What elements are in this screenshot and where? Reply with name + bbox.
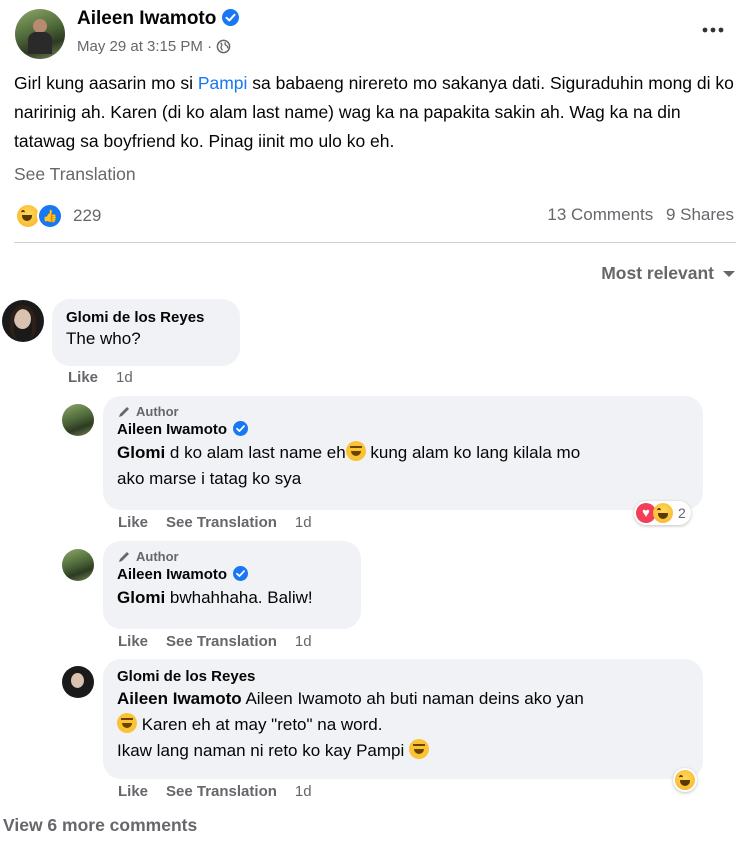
reply-text: Aileen Iwamoto Aileen Iwamoto ah buti na…	[117, 686, 689, 764]
more-horizontal-icon	[702, 27, 724, 33]
mention-link[interactable]: Aileen Iwamoto	[117, 689, 242, 708]
author-badge-label: Author	[136, 549, 179, 564]
comment-sort-dropdown[interactable]: Most relevant	[601, 263, 736, 284]
comment-author[interactable]: Glomi de los Reyes	[66, 309, 226, 326]
reply-actions: Like See Translation 1d	[118, 514, 312, 531]
reply-text: Glomi bwhahhaha. Baliw!	[117, 585, 347, 611]
post-timestamp[interactable]: May 29 at 3:15 PM ·	[77, 38, 216, 55]
comments-count-link[interactable]: 13 Comments	[547, 205, 653, 224]
see-translation-action[interactable]: See Translation	[166, 633, 277, 650]
reply-reaction-count: 2	[678, 505, 686, 521]
reply-actions: Like See Translation 1d	[118, 633, 312, 650]
rofl-emoji-icon	[345, 441, 366, 461]
comment-text: The who?	[66, 329, 141, 348]
rofl-emoji-icon	[408, 739, 429, 759]
shares-count-link[interactable]: 9 Shares	[666, 205, 734, 224]
reply-text-part: Karen eh at may "reto" na word.	[137, 715, 383, 734]
verified-badge-icon	[222, 9, 240, 26]
mention-link[interactable]: Glomi	[117, 443, 165, 462]
reply-reactions[interactable]	[673, 768, 697, 792]
post-reactions-summary[interactable]: 👍 229	[15, 203, 101, 229]
reply-avatar[interactable]	[62, 404, 94, 436]
haha-reaction-icon	[675, 770, 695, 790]
reply-time[interactable]: 1d	[295, 783, 312, 800]
comment-bubble: Glomi de los Reyes The who?	[52, 299, 240, 366]
like-action[interactable]: Like	[118, 633, 148, 650]
like-reaction-icon: 👍	[37, 203, 63, 229]
reply-text-part: bwhahhaha. Baliw!	[165, 588, 313, 607]
reply-bubble: Author Aileen Iwamoto Glomi d ko alam la…	[103, 396, 703, 510]
reply-time[interactable]: 1d	[295, 633, 312, 650]
reply-avatar[interactable]	[62, 549, 94, 581]
globe-icon	[216, 39, 231, 58]
verified-badge-icon	[233, 421, 249, 436]
more-options-button[interactable]	[700, 20, 726, 40]
reply-author[interactable]: Glomi de los Reyes	[117, 668, 689, 685]
mention-link[interactable]: Glomi	[117, 588, 165, 607]
like-action[interactable]: Like	[68, 369, 98, 386]
post-text-start: Girl kung aasarin mo si	[14, 73, 198, 93]
grin-emoji-icon	[117, 713, 137, 733]
author-badge-label: Author	[136, 404, 179, 419]
comment-actions: Like 1d	[68, 369, 133, 386]
see-translation-action[interactable]: See Translation	[166, 783, 277, 800]
reply-time[interactable]: 1d	[295, 514, 312, 531]
verified-badge-icon	[233, 566, 249, 581]
mention-link[interactable]: Pampi	[198, 73, 248, 93]
commenter-avatar[interactable]	[2, 300, 44, 342]
reply-bubble: Author Aileen Iwamoto Glomi bwhahhaha. B…	[103, 541, 361, 629]
reply-bubble: Glomi de los Reyes Aileen Iwamoto Aileen…	[103, 659, 703, 779]
reply-text-part: Ikaw lang naman ni reto ko kay Pampi	[117, 741, 409, 760]
pencil-icon	[119, 551, 129, 562]
pencil-icon	[119, 406, 129, 417]
post-body: Girl kung aasarin mo si Pampi sa babaeng…	[14, 69, 739, 156]
reply-text-part: Aileen Iwamoto ah buti naman deins ako y…	[241, 689, 584, 708]
author-badge: Author	[117, 404, 689, 419]
reply-author[interactable]: Aileen Iwamoto	[117, 421, 227, 438]
post-divider	[14, 242, 736, 243]
reaction-count: 229	[73, 206, 102, 225]
see-translation-action[interactable]: See Translation	[166, 514, 277, 531]
comment-time[interactable]: 1d	[116, 369, 133, 386]
reply-text-part: kung alam ko lang kilala mo	[365, 443, 581, 462]
author-badge: Author	[117, 549, 347, 564]
post-see-translation-link[interactable]: See Translation	[14, 164, 136, 185]
like-action[interactable]: Like	[118, 783, 148, 800]
reply-reactions[interactable]: ♥ 2	[634, 501, 691, 525]
haha-reaction-icon	[653, 503, 673, 523]
reply-author[interactable]: Aileen Iwamoto	[117, 566, 227, 583]
like-action[interactable]: Like	[118, 514, 148, 531]
reply-avatar[interactable]	[62, 666, 94, 698]
sort-label: Most relevant	[601, 263, 714, 283]
post-author-avatar[interactable]	[15, 9, 65, 59]
reply-actions: Like See Translation 1d	[118, 783, 312, 800]
reply-text: Glomi d ko alam last name eh kung alam k…	[117, 440, 689, 492]
reply-text-part: d ko alam last name eh	[165, 443, 346, 462]
caret-down-icon	[723, 270, 735, 277]
post-author-name[interactable]: Aileen Iwamoto	[77, 8, 216, 29]
reply-text-part: ako marse i tatag ko sya	[117, 469, 302, 488]
view-more-comments-link[interactable]: View 6 more comments	[3, 815, 197, 836]
